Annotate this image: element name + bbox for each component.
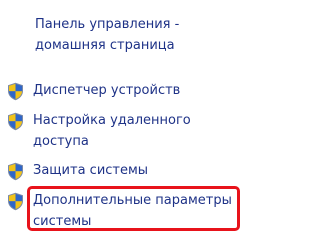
uac-shield-icon — [7, 112, 24, 131]
uac-shield-icon — [7, 82, 24, 101]
task-label: Настройка удаленного доступа — [33, 113, 191, 149]
task-label: Защита системы — [33, 163, 149, 178]
task-label: Дополнительные параметры системы — [33, 193, 232, 229]
task-label: Диспетчер устройств — [33, 83, 181, 98]
uac-shield-icon — [7, 162, 24, 181]
control-panel-home-link[interactable]: Панель управления - домашняя страница — [35, 14, 235, 56]
uac-shield-icon — [7, 192, 24, 211]
